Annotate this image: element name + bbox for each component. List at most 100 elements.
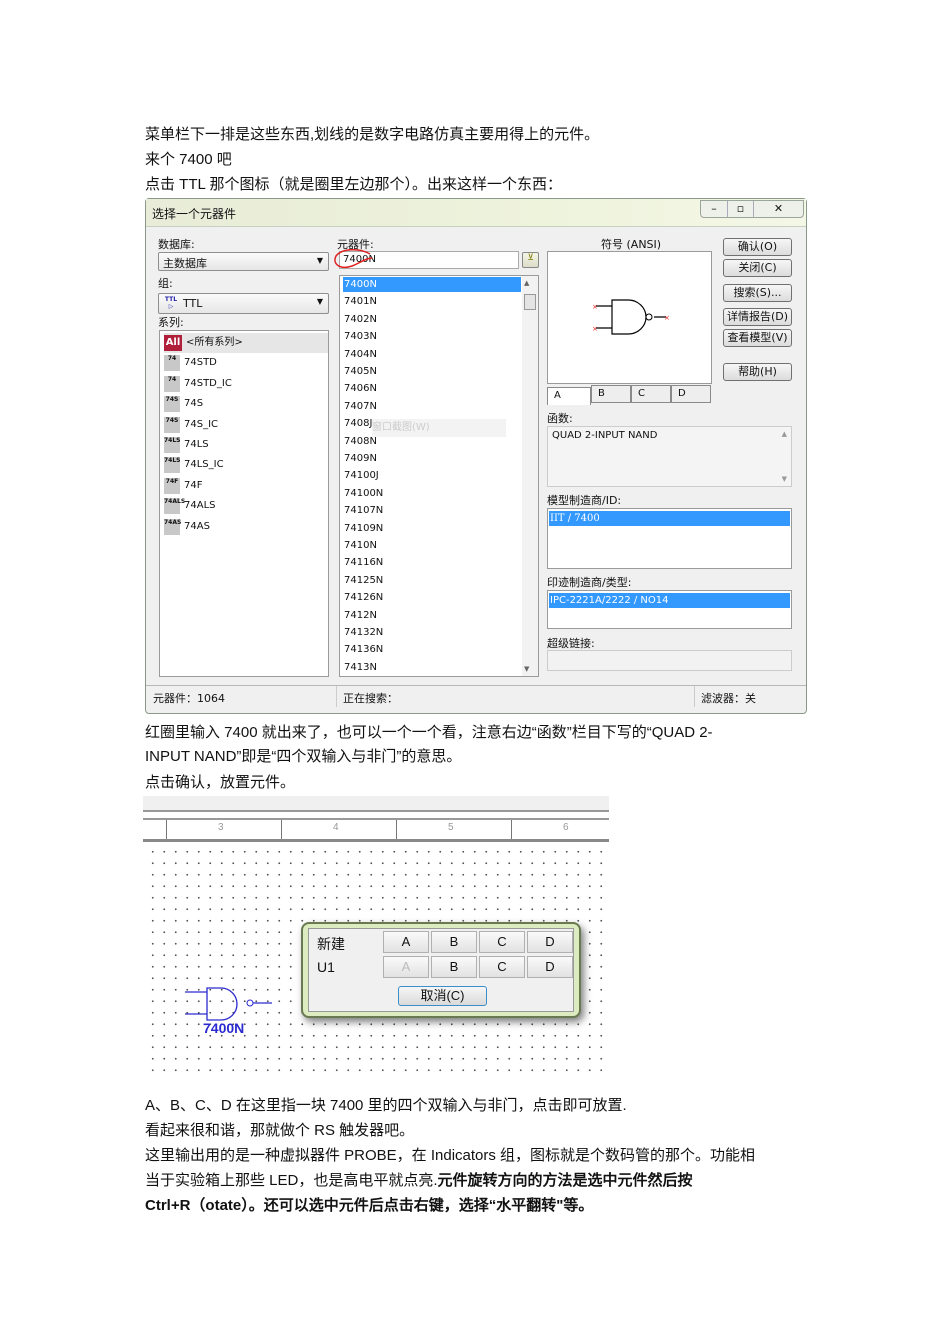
series-icon: 74LS	[164, 457, 181, 474]
chevron-down-icon: ▼	[316, 256, 323, 265]
gate-c-new-button[interactable]: C	[479, 931, 525, 953]
select-component-dialog: 选择一个元器件 – ▫ ✕ 数据库: 主数据库 ▼ 组: TTL ▷ TTL ▼ 系列:…	[145, 198, 807, 714]
component-item[interactable]: 7403N	[343, 329, 521, 344]
series-item[interactable]: 74 74STD	[164, 353, 217, 373]
component-item[interactable]: 7413N	[343, 660, 521, 675]
tab-d[interactable]: D	[671, 385, 711, 403]
series-icon: All	[164, 335, 182, 351]
scroll-up-icon[interactable]: ▲	[782, 430, 787, 438]
close-button[interactable]: 关闭(C)	[723, 259, 792, 277]
series-item[interactable]: 74S 74S_IC	[164, 415, 218, 435]
series-icon: 74AS	[164, 518, 181, 535]
component-item[interactable]: 74125N	[343, 573, 521, 588]
footprint-label: 印迹制造商/类型:	[547, 576, 632, 589]
series-label: <所有系列>	[186, 337, 243, 348]
component-item[interactable]: 7410N	[343, 538, 521, 553]
status-bar: 元器件：1064 正在搜索： 滤波器：关	[146, 685, 806, 707]
minimize-icon[interactable]: –	[701, 201, 727, 217]
component-item[interactable]: 7408J	[343, 416, 521, 431]
model-list[interactable]: IIT / 7400	[547, 508, 792, 569]
series-label: 系列:	[158, 316, 184, 329]
component-item[interactable]: 74116N	[343, 555, 521, 570]
component-item[interactable]: 74132N	[343, 625, 521, 640]
scroll-down-icon[interactable]: ▼	[524, 665, 529, 673]
footprint-item[interactable]: IPC-2221A/2222 / NO14	[549, 593, 790, 608]
model-item[interactable]: IIT / 7400	[549, 511, 790, 526]
series-item[interactable]: 74LS 74LS	[164, 435, 209, 455]
series-icon: 74LS	[164, 437, 181, 453]
maximize-icon[interactable]: ▫	[727, 201, 753, 217]
component-item[interactable]: 74107N	[343, 503, 521, 518]
gate-a-new-button[interactable]: A	[383, 931, 429, 953]
component-item[interactable]: 74126N	[343, 590, 521, 605]
component-item[interactable]: 7409N	[343, 451, 521, 466]
component-item[interactable]: 7404N	[343, 347, 521, 362]
tab-a[interactable]: A	[547, 387, 591, 405]
scrollbar[interactable]: ▲ ▼	[522, 276, 538, 676]
database-value: 主数据库	[163, 257, 207, 270]
help-button[interactable]: 帮助(H)	[723, 363, 792, 381]
new-label: 新建	[317, 936, 345, 952]
series-icon: 74S	[164, 416, 180, 433]
series-item[interactable]: 74LS 74LS_IC	[164, 455, 224, 475]
component-input[interactable]: 7400N	[334, 249, 519, 269]
component-item[interactable]: 74136N	[343, 642, 521, 657]
scroll-up-icon[interactable]: ▲	[524, 279, 529, 287]
series-label: 74AS	[184, 520, 210, 532]
hyperlink-field[interactable]	[547, 650, 792, 671]
component-item[interactable]: 7406N	[343, 381, 521, 396]
gate-d-u1-button[interactable]: D	[527, 956, 573, 978]
function-box: QUAD 2-INPUT NAND ▲ ▼	[547, 426, 792, 487]
component-item[interactable]: 7407N	[343, 399, 521, 414]
component-list[interactable]: ▲ ▼ 窗口截图(W) 7400N 7401N 7402N 7403N 7404N 740…	[339, 275, 539, 677]
series-item[interactable]: All <所有系列>	[164, 333, 328, 353]
series-item[interactable]: 74AS 74AS	[164, 517, 210, 537]
tab-b[interactable]: B	[591, 385, 631, 403]
component-item[interactable]: 7402N	[343, 312, 521, 327]
gate-b-new-button[interactable]: B	[431, 931, 477, 953]
series-item[interactable]: 74S 74S	[164, 394, 203, 414]
component-item[interactable]: 74100J	[343, 468, 521, 483]
component-item[interactable]: 7401N	[343, 294, 521, 309]
detail-report-button[interactable]: 详情报告(D)	[723, 308, 792, 326]
series-item[interactable]: 74 74STD_IC	[164, 374, 232, 394]
gate-b-u1-button[interactable]: B	[431, 956, 477, 978]
symbol-preview: × × ×	[547, 251, 712, 384]
cancel-button[interactable]: 取消(C)	[398, 986, 487, 1006]
series-list[interactable]: All <所有系列> 74 74STD 74 74STD_IC 74S 74S 74S 74S_I…	[159, 330, 329, 677]
component-item[interactable]: 7405N	[343, 364, 521, 379]
search-button[interactable]: 搜索(S)...	[723, 284, 792, 302]
ok-button[interactable]: 确认(O)	[723, 238, 792, 256]
component-item[interactable]: 7400N	[343, 277, 521, 292]
footprint-list[interactable]: IPC-2221A/2222 / NO14	[547, 590, 792, 629]
gate-select-popup: 新建 U1 AABBCCDD 取消(C)	[301, 922, 581, 1018]
database-select[interactable]: 主数据库 ▼	[158, 252, 329, 271]
series-label: 74STD_IC	[184, 377, 232, 389]
filter-button[interactable]: ⊻	[522, 252, 539, 268]
gate-c-u1-button[interactable]: C	[479, 956, 525, 978]
database-label: 数据库:	[158, 238, 195, 251]
series-item[interactable]: 74ALS 74ALS	[164, 496, 215, 516]
nand-gate-part[interactable]	[183, 986, 283, 1022]
gate-d-new-button[interactable]: D	[527, 931, 573, 953]
gate-a-u1-button[interactable]: A	[383, 956, 429, 978]
chevron-down-icon: ▼	[316, 297, 323, 306]
tab-c[interactable]: C	[631, 385, 671, 403]
component-item[interactable]: 7412N	[343, 608, 521, 623]
ruler-label: 6	[563, 822, 569, 833]
close-icon[interactable]: ✕	[753, 201, 803, 217]
view-model-button[interactable]: 查看模型(V)	[723, 329, 792, 347]
group-label: 组:	[158, 277, 173, 290]
scrollbar-thumb[interactable]	[524, 294, 536, 310]
component-item[interactable]: 74100N	[343, 486, 521, 501]
scroll-down-icon[interactable]: ▼	[782, 475, 787, 483]
series-item[interactable]: 74F 74F	[164, 476, 202, 496]
u1-label: U1	[317, 959, 335, 975]
bold-text: 元件旋转方向的方法是选中元件然后按	[437, 1172, 693, 1189]
paragraph: 来个 7400 吧	[145, 151, 232, 168]
group-select[interactable]: TTL ▷ TTL ▼	[158, 293, 329, 314]
component-item[interactable]: 7408N	[343, 434, 521, 449]
component-item[interactable]: 74109N	[343, 521, 521, 536]
paragraph: 菜单栏下一排是这些东西,划线的是数字电路仿真主要用得上的元件。	[145, 126, 600, 143]
series-label: 74LS	[184, 439, 209, 450]
